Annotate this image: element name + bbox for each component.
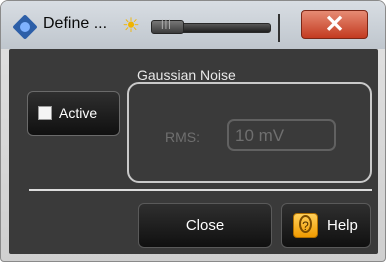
app-logo-icon xyxy=(12,14,38,40)
help-button[interactable]: Help xyxy=(281,203,371,248)
active-label: Active xyxy=(59,105,98,121)
sun-icon: ☀ xyxy=(122,15,140,37)
title-bar[interactable]: Define ... ☀ ✕ xyxy=(1,1,385,49)
group-title: Gaussian Noise xyxy=(137,67,236,83)
help-icon xyxy=(293,213,318,238)
window-title: Define ... xyxy=(43,15,108,32)
slider-end-marker xyxy=(278,14,280,42)
close-window-button[interactable]: ✕ xyxy=(301,10,368,39)
close-button[interactable]: Close xyxy=(138,203,272,248)
rms-input[interactable]: 10 mV xyxy=(227,119,336,151)
divider xyxy=(29,189,372,191)
active-toggle-button[interactable]: Active xyxy=(27,91,120,136)
help-button-label: Help xyxy=(327,217,358,234)
rms-label: RMS: xyxy=(165,129,200,145)
brightness-slider-thumb[interactable] xyxy=(151,19,184,34)
active-checkbox[interactable] xyxy=(38,106,52,120)
dialog-window: Define ... ☀ ✕ Gaussian Noise Active RMS… xyxy=(0,0,386,262)
